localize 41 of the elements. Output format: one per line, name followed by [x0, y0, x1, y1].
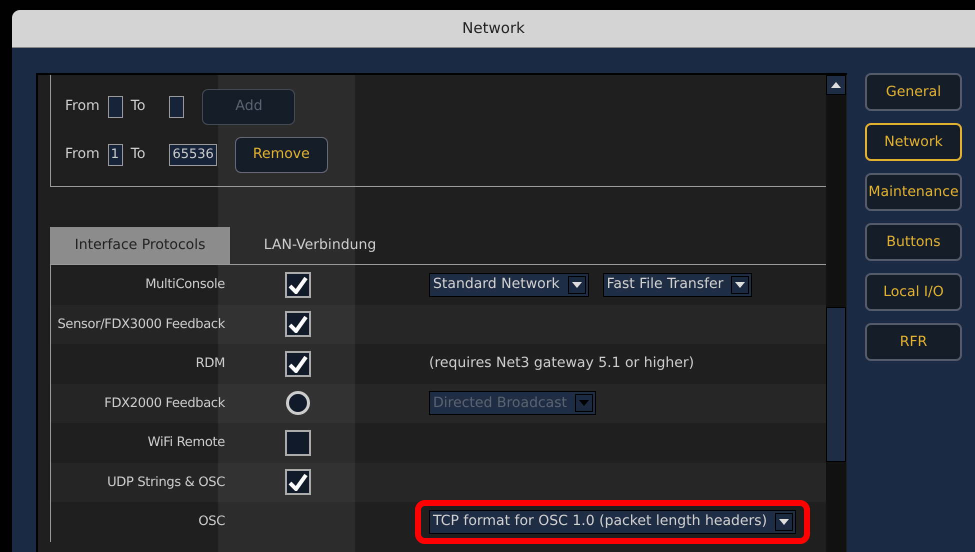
- from-label: From: [65, 97, 100, 116]
- radio-button[interactable]: [286, 391, 310, 416]
- caret-icon: [568, 276, 586, 294]
- to-label: To: [130, 145, 146, 164]
- note-text: (requires Net3 gateway 5.1 or higher): [429, 354, 694, 374]
- protocol-label: RDM: [194, 355, 226, 373]
- nav-button[interactable]: Buttons: [865, 223, 962, 261]
- range-button[interactable]: Remove: [234, 136, 328, 172]
- nav-button[interactable]: General: [865, 73, 962, 111]
- to-label: To: [130, 97, 146, 116]
- protocol-label: OSC: [197, 513, 226, 531]
- caret-icon: [775, 512, 794, 531]
- checkbox[interactable]: [284, 430, 310, 456]
- to-field[interactable]: [169, 96, 184, 118]
- from-field[interactable]: 1: [108, 144, 123, 166]
- dropdown[interactable]: Standard Network: [429, 272, 589, 297]
- checkbox[interactable]: [284, 272, 310, 298]
- tab[interactable]: LAN-Verbindung: [230, 227, 410, 264]
- title-bar: Network: [12, 10, 975, 48]
- to-field[interactable]: 65536: [169, 144, 217, 166]
- checkbox[interactable]: [284, 350, 310, 377]
- from-field[interactable]: [108, 96, 123, 118]
- protocol-label: WiFi Remote: [146, 434, 226, 452]
- protocol-label: UDP Strings & OSC: [106, 474, 226, 492]
- protocol-label: Sensor/FDX3000 Feedback: [56, 316, 226, 334]
- checkbox[interactable]: [284, 469, 310, 496]
- nav-button[interactable]: RFR: [865, 323, 962, 361]
- dropdown[interactable]: TCP format for OSC 1.0 (packet length headers): [429, 510, 796, 534]
- nav-button[interactable]: Network: [865, 123, 962, 161]
- protocol-label: MultiConsole: [144, 276, 226, 294]
- scroll-up-icon[interactable]: [826, 75, 846, 95]
- protocol-label: FDX2000 Feedback: [103, 394, 226, 412]
- tab[interactable]: Interface Protocols: [50, 227, 230, 264]
- caret-icon: [575, 394, 594, 412]
- caret-icon: [731, 276, 750, 294]
- nav-button[interactable]: Maintenance: [865, 173, 962, 211]
- scrollbar[interactable]: [826, 75, 846, 552]
- checkbox[interactable]: [284, 311, 310, 338]
- dropdown[interactable]: Fast File Transfer: [602, 272, 752, 297]
- nav-button[interactable]: Local I/O: [865, 273, 962, 311]
- from-label: From: [65, 145, 100, 164]
